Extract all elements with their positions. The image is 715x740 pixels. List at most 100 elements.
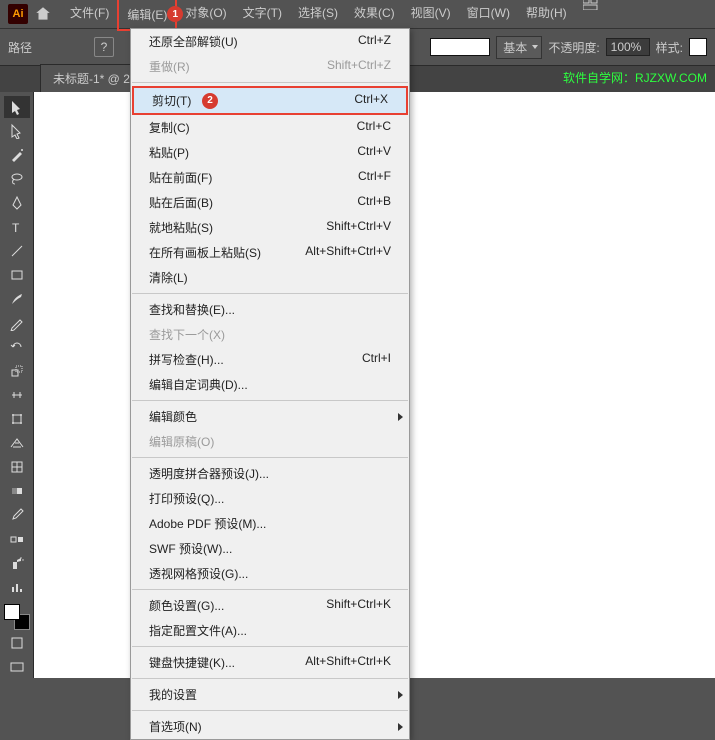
edit-menu-item[interactable]: 查找和替换(E)...: [131, 297, 409, 322]
menu-item-shortcut: Alt+Shift+Ctrl+V: [305, 244, 391, 261]
pen-tool[interactable]: [4, 192, 30, 214]
menu-item-label: 透视网格预设(G)...: [149, 565, 248, 582]
menu-edit-label: 编辑(E): [127, 8, 167, 22]
type-tool[interactable]: T: [4, 216, 30, 238]
app-logo: Ai: [8, 4, 28, 24]
menu-effect[interactable]: 效果(C): [346, 0, 403, 31]
selection-tool[interactable]: [4, 96, 30, 118]
fill-swatch[interactable]: [4, 604, 20, 620]
menu-item-label: 透明度拼合器预设(J)...: [149, 465, 269, 482]
paintbrush-tool[interactable]: [4, 288, 30, 310]
menu-item-label: 还原全部解锁(U): [149, 33, 238, 50]
menu-item-shortcut: Ctrl+V: [357, 144, 391, 161]
opacity-label: 不透明度:: [548, 39, 599, 56]
menu-select[interactable]: 选择(S): [290, 0, 346, 31]
pencil-tool[interactable]: [4, 312, 30, 334]
menu-item-label: Adobe PDF 预设(M)...: [149, 515, 266, 532]
edit-menu-item[interactable]: Adobe PDF 预设(M)...: [131, 511, 409, 536]
menu-item-label: 粘贴(P): [149, 144, 189, 161]
direct-selection-tool[interactable]: [4, 120, 30, 142]
rotate-tool[interactable]: [4, 336, 30, 358]
edit-menu-item[interactable]: 透视网格预设(G)...: [131, 561, 409, 586]
edit-menu-item[interactable]: 粘贴(P) Ctrl+V: [131, 140, 409, 165]
lasso-tool[interactable]: [4, 168, 30, 190]
opacity-input[interactable]: 100%: [606, 38, 650, 56]
rectangle-tool[interactable]: [4, 264, 30, 286]
edit-menu-item[interactable]: 透明度拼合器预设(J)...: [131, 461, 409, 486]
edit-menu-item[interactable]: 我的设置: [131, 682, 409, 707]
edit-menu-item[interactable]: 复制(C) Ctrl+C: [131, 115, 409, 140]
menu-edit[interactable]: 编辑(E) 1: [117, 0, 177, 31]
annotation-badge-1: 1: [167, 6, 183, 22]
menu-separator: [132, 82, 408, 83]
line-tool[interactable]: [4, 240, 30, 262]
free-transform-tool[interactable]: [4, 408, 30, 430]
edit-menu-item[interactable]: 剪切(T)Ctrl+X: [134, 88, 406, 113]
menu-window[interactable]: 窗口(W): [459, 0, 518, 31]
menu-item-label: 编辑颜色: [149, 408, 197, 425]
edit-menu-item[interactable]: 首选项(N): [131, 714, 409, 739]
menu-item-label: 指定配置文件(A)...: [149, 622, 247, 639]
eyedropper-tool[interactable]: [4, 504, 30, 526]
edit-menu-item[interactable]: 编辑颜色: [131, 404, 409, 429]
menu-item-label: 清除(L): [149, 269, 188, 286]
symbol-sprayer-tool[interactable]: [4, 552, 30, 574]
menu-separator: [132, 293, 408, 294]
edit-menu-item[interactable]: 键盘快捷键(K)... Alt+Shift+Ctrl+K: [131, 650, 409, 675]
stroke-preview[interactable]: [430, 38, 490, 56]
scale-tool[interactable]: [4, 360, 30, 382]
edit-menu-item[interactable]: 打印预设(Q)...: [131, 486, 409, 511]
menu-item-label: 贴在前面(F): [149, 169, 212, 186]
edit-menu-item[interactable]: 指定配置文件(A)...: [131, 618, 409, 643]
edit-menu-item[interactable]: 贴在前面(F)Ctrl+F: [131, 165, 409, 190]
menu-item-shortcut: Alt+Shift+Ctrl+K: [305, 654, 391, 671]
blend-tool[interactable]: [4, 528, 30, 550]
menu-separator: [132, 589, 408, 590]
style-label: 样式:: [656, 39, 683, 56]
tool-panel: T: [0, 92, 34, 678]
edit-menu-item[interactable]: SWF 预设(W)...: [131, 536, 409, 561]
menu-help[interactable]: 帮助(H): [518, 0, 575, 31]
menu-view[interactable]: 视图(V): [403, 0, 459, 31]
column-graph-tool[interactable]: [4, 576, 30, 598]
width-tool[interactable]: [4, 384, 30, 406]
brush-dropdown[interactable]: 基本: [496, 36, 542, 59]
draw-mode[interactable]: [4, 632, 30, 654]
menu-separator: [132, 710, 408, 711]
menu-item-shortcut: Shift+Ctrl+V: [326, 219, 391, 236]
edit-menu-item[interactable]: 就地粘贴(S)Shift+Ctrl+V: [131, 215, 409, 240]
arrange-docs-icon[interactable]: [583, 0, 599, 10]
menu-item-label: 复制(C): [149, 119, 190, 136]
menu-item-shortcut: Shift+Ctrl+K: [326, 597, 391, 614]
edit-menu-item[interactable]: 贴在后面(B)Ctrl+B: [131, 190, 409, 215]
edit-menu-item[interactable]: 在所有画板上粘贴(S) Alt+Shift+Ctrl+V: [131, 240, 409, 265]
menu-item-label: 重做(R): [149, 58, 190, 75]
menu-file[interactable]: 文件(F): [62, 0, 117, 31]
menu-item-label: 在所有画板上粘贴(S): [149, 244, 261, 261]
mesh-tool[interactable]: [4, 456, 30, 478]
menu-item-label: 贴在后面(B): [149, 194, 213, 211]
edit-menu-item[interactable]: 清除(L): [131, 265, 409, 290]
style-swatch[interactable]: [689, 38, 707, 56]
menu-object[interactable]: 对象(O): [177, 0, 234, 31]
perspective-grid-tool[interactable]: [4, 432, 30, 454]
magic-wand-tool[interactable]: [4, 144, 30, 166]
edit-menu-item: 重做(R)Shift+Ctrl+Z: [131, 54, 409, 79]
edit-menu-item: 编辑原稿(O): [131, 429, 409, 454]
help-icon[interactable]: ?: [94, 37, 114, 57]
screen-mode[interactable]: [4, 656, 30, 678]
annotation-badge-2: 2: [202, 93, 218, 109]
gradient-tool[interactable]: [4, 480, 30, 502]
color-swatches[interactable]: [4, 604, 30, 630]
menu-item-label: 键盘快捷键(K)...: [149, 654, 235, 671]
edit-menu-item[interactable]: 拼写检查(H)...Ctrl+I: [131, 347, 409, 372]
edit-menu-item[interactable]: 颜色设置(G)...Shift+Ctrl+K: [131, 593, 409, 618]
menu-item-shortcut: Ctrl+X: [354, 92, 388, 109]
edit-menu-item[interactable]: 编辑自定词典(D)...: [131, 372, 409, 397]
home-icon[interactable]: [34, 5, 52, 23]
menu-item-label: 我的设置: [149, 686, 197, 703]
menu-type[interactable]: 文字(T): [235, 0, 290, 31]
edit-menu-item[interactable]: 还原全部解锁(U)Ctrl+Z: [131, 29, 409, 54]
menu-bar: 文件(F) 编辑(E) 1 对象(O) 文字(T) 选择(S) 效果(C) 视图…: [62, 0, 599, 31]
menu-item-shortcut: Ctrl+C: [357, 119, 391, 136]
